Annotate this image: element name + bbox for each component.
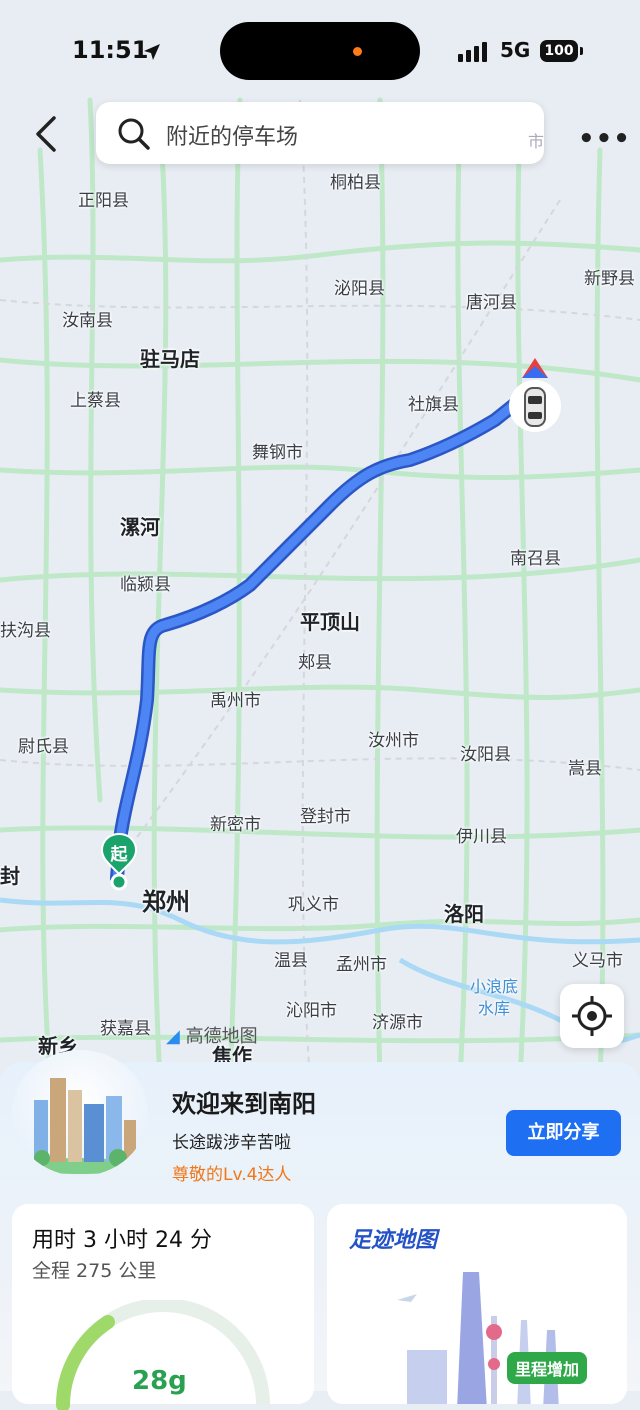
back-button[interactable] bbox=[30, 114, 64, 154]
city-label: 洛阳 bbox=[444, 902, 484, 926]
city-label: 正阳县 bbox=[78, 191, 129, 211]
city-label: 汝南县 bbox=[62, 311, 113, 331]
amap-logo-icon: ◢ bbox=[166, 1026, 180, 1047]
city-label: 南召县 bbox=[510, 549, 561, 569]
locate-button[interactable] bbox=[560, 984, 624, 1048]
amap-watermark: ◢ 高德地图 bbox=[166, 1022, 258, 1048]
city-label: 新野县 bbox=[584, 269, 635, 289]
city-label: 扶沟县 bbox=[0, 621, 51, 641]
start-marker[interactable]: 起 bbox=[100, 832, 138, 892]
city-label: 郑州 bbox=[142, 888, 190, 916]
share-button[interactable]: 立即分享 bbox=[506, 1110, 621, 1156]
city-label: 孟州市 bbox=[336, 955, 387, 975]
city-label: 唐河县 bbox=[466, 293, 517, 313]
city-label: 新密市 bbox=[210, 815, 261, 835]
landmark-illustration bbox=[397, 1272, 559, 1404]
footprint-map-card[interactable]: 足迹地图 里程增加 bbox=[327, 1204, 627, 1404]
search-bar[interactable]: 附近的停车场 市 bbox=[96, 102, 544, 164]
welcome-subtitle: 长途跋涉辛苦啦 bbox=[172, 1133, 291, 1153]
dynamic-island bbox=[220, 22, 420, 80]
city-label: 禹州市 bbox=[210, 691, 261, 711]
city-label: 登封市 bbox=[300, 807, 351, 827]
city-label: 临颍县 bbox=[120, 575, 171, 595]
city-label: 泌阳县 bbox=[334, 279, 385, 299]
trip-stats-card[interactable]: 用时 3 小时 24 分 全程 275 公里 28g bbox=[12, 1204, 314, 1410]
status-time: 11:51 bbox=[72, 36, 149, 64]
city-label: 尉氏县 bbox=[18, 737, 69, 757]
mileage-badge: 里程增加 bbox=[507, 1352, 588, 1384]
city-label: 济源市 bbox=[372, 1013, 423, 1033]
footprint-title: 足迹地图 bbox=[349, 1228, 438, 1253]
gauge-value: 28g bbox=[132, 1366, 187, 1396]
city-label: 平顶山 bbox=[300, 610, 360, 634]
more-menu-button[interactable]: ••• bbox=[578, 124, 631, 154]
city-label: 嵩县 bbox=[568, 759, 602, 779]
amap-watermark-text: 高德地图 bbox=[185, 1026, 258, 1047]
city-label: 小浪底 水库 bbox=[470, 977, 519, 1018]
status-bar: 11:51 5G 100 bbox=[0, 0, 640, 100]
city-label: 桐柏县 bbox=[330, 173, 381, 193]
battery-icon: 100 bbox=[540, 40, 583, 62]
city-label: 上蔡县 bbox=[70, 391, 121, 411]
city-label: 汝州市 bbox=[368, 731, 419, 751]
search-placeholder: 附近的停车场 bbox=[166, 125, 299, 150]
car-location-marker[interactable] bbox=[506, 356, 564, 436]
search-overflow-text: 市 bbox=[527, 132, 544, 151]
trip-duration: 用时 3 小时 24 分 bbox=[32, 1228, 212, 1253]
city-label: 漯河 bbox=[120, 515, 160, 539]
cellular-signal-icon bbox=[458, 42, 487, 62]
city-label: 封 bbox=[0, 864, 20, 888]
city-label: 伊川县 bbox=[456, 827, 507, 847]
chevron-left-icon bbox=[36, 116, 56, 152]
user-level: 尊敬的Lv.4达人 bbox=[172, 1165, 292, 1185]
start-marker-label: 起 bbox=[110, 845, 128, 865]
city-label: 义马市 bbox=[572, 951, 623, 971]
city-label: 温县 bbox=[274, 951, 308, 971]
city-label: 驻马店 bbox=[140, 347, 200, 371]
city-label: 汝阳县 bbox=[460, 745, 511, 765]
network-type: 5G bbox=[500, 38, 531, 62]
search-icon bbox=[118, 118, 150, 150]
city-label: 获嘉县 bbox=[100, 1019, 151, 1039]
welcome-title: 欢迎来到南阳 bbox=[172, 1090, 316, 1118]
recording-indicator bbox=[353, 47, 362, 56]
city-label: 舞钢市 bbox=[252, 443, 303, 463]
location-arrow-icon bbox=[144, 44, 160, 60]
city-label: 沁阳市 bbox=[286, 1001, 337, 1021]
city-skyline-illustration bbox=[12, 1050, 148, 1176]
city-label: 社旗县 bbox=[408, 395, 459, 415]
trip-distance: 全程 275 公里 bbox=[32, 1260, 157, 1282]
crosshair-icon bbox=[572, 996, 612, 1036]
city-label: 巩义市 bbox=[288, 895, 339, 915]
battery-level: 100 bbox=[544, 43, 574, 59]
city-label: 郏县 bbox=[298, 653, 332, 673]
